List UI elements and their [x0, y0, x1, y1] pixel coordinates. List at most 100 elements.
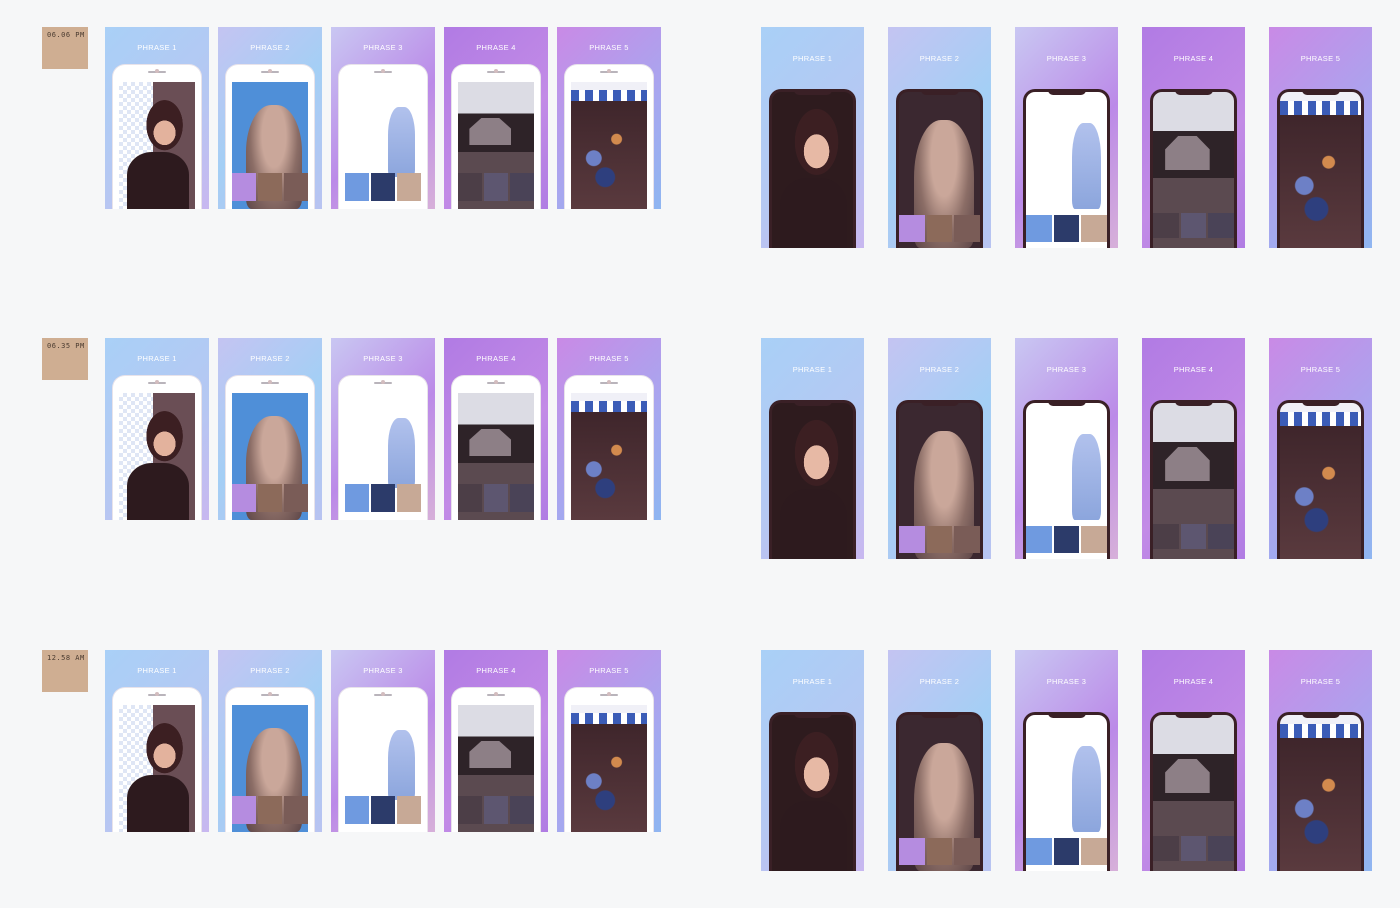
- thumbnail[interactable]: [345, 484, 369, 512]
- thumbnail[interactable]: [1026, 215, 1052, 242]
- screenshot-phrase-4[interactable]: PHRASE 4: [444, 650, 548, 832]
- screenshot-phrase-1[interactable]: PHRASE 1: [105, 27, 209, 209]
- thumbnail[interactable]: [1208, 524, 1234, 549]
- screenshot-phrase-3[interactable]: PHRASE 3: [331, 338, 435, 520]
- thumbnail-strip[interactable]: [899, 838, 980, 865]
- screenshot-phrase-4[interactable]: PHRASE 4: [444, 27, 548, 209]
- thumbnail[interactable]: [258, 484, 282, 512]
- screenshot-phrase-5[interactable]: PHRASE 5: [557, 650, 661, 832]
- thumbnail[interactable]: [345, 796, 369, 824]
- thumbnail[interactable]: [1026, 838, 1052, 865]
- thumbnail[interactable]: [1180, 524, 1207, 549]
- screenshot-phrase-2[interactable]: PHRASE 2: [218, 27, 322, 209]
- thumbnail[interactable]: [484, 484, 508, 512]
- thumbnail[interactable]: [510, 173, 534, 201]
- thumbnail[interactable]: [1026, 526, 1052, 553]
- thumbnail[interactable]: [371, 173, 395, 201]
- thumbnail[interactable]: [1053, 838, 1080, 865]
- thumbnail[interactable]: [1180, 836, 1207, 861]
- thumbnail-strip[interactable]: [899, 215, 980, 242]
- thumbnail[interactable]: [1208, 836, 1234, 861]
- screenshot-x-phrase-2[interactable]: PHRASE 2: [888, 650, 991, 871]
- thumbnail-strip[interactable]: [899, 526, 980, 553]
- thumbnail[interactable]: [1081, 215, 1107, 242]
- screenshot-phrase-4[interactable]: PHRASE 4: [444, 338, 548, 520]
- thumbnail[interactable]: [510, 484, 534, 512]
- screenshot-phrase-3[interactable]: PHRASE 3: [331, 27, 435, 209]
- thumbnail[interactable]: [258, 796, 282, 824]
- thumbnail-strip[interactable]: [345, 484, 421, 512]
- screenshot-x-phrase-1[interactable]: PHRASE 1: [761, 27, 864, 248]
- thumbnail[interactable]: [232, 484, 256, 512]
- thumbnail[interactable]: [899, 838, 925, 865]
- screenshot-x-phrase-5[interactable]: PHRASE 5: [1269, 650, 1372, 871]
- thumbnail[interactable]: [397, 173, 421, 201]
- thumbnail[interactable]: [284, 484, 308, 512]
- thumbnail-strip[interactable]: [1153, 836, 1234, 861]
- thumbnail[interactable]: [954, 526, 980, 553]
- thumbnail[interactable]: [232, 173, 256, 201]
- screenshot-x-phrase-4[interactable]: PHRASE 4: [1142, 650, 1245, 871]
- thumbnail-strip[interactable]: [1026, 526, 1107, 553]
- screenshot-x-phrase-1[interactable]: PHRASE 1: [761, 650, 864, 871]
- thumbnail[interactable]: [458, 796, 482, 824]
- thumbnail[interactable]: [1053, 215, 1080, 242]
- screenshot-x-phrase-4[interactable]: PHRASE 4: [1142, 27, 1245, 248]
- thumbnail[interactable]: [1180, 213, 1207, 238]
- screenshot-phrase-1[interactable]: PHRASE 1: [105, 338, 209, 520]
- thumbnail[interactable]: [232, 796, 256, 824]
- thumbnail-strip[interactable]: [345, 796, 421, 824]
- thumbnail[interactable]: [397, 484, 421, 512]
- thumbnail[interactable]: [1081, 838, 1107, 865]
- thumbnail-strip[interactable]: [1026, 838, 1107, 865]
- screenshot-phrase-3[interactable]: PHRASE 3: [331, 650, 435, 832]
- screenshot-x-phrase-5[interactable]: PHRASE 5: [1269, 27, 1372, 248]
- thumbnail-strip[interactable]: [232, 796, 308, 824]
- thumbnail[interactable]: [484, 796, 508, 824]
- screenshot-phrase-2[interactable]: PHRASE 2: [218, 650, 322, 832]
- thumbnail[interactable]: [284, 796, 308, 824]
- thumbnail[interactable]: [926, 526, 953, 553]
- thumbnail-strip[interactable]: [232, 173, 308, 201]
- thumbnail-strip[interactable]: [458, 173, 534, 201]
- thumbnail[interactable]: [458, 484, 482, 512]
- thumbnail[interactable]: [926, 215, 953, 242]
- screenshot-phrase-5[interactable]: PHRASE 5: [557, 338, 661, 520]
- screenshot-x-phrase-1[interactable]: PHRASE 1: [761, 338, 864, 559]
- thumbnail[interactable]: [510, 796, 534, 824]
- screenshot-x-phrase-4[interactable]: PHRASE 4: [1142, 338, 1245, 559]
- thumbnail[interactable]: [899, 526, 925, 553]
- thumbnail[interactable]: [1053, 526, 1080, 553]
- thumbnail-strip[interactable]: [232, 484, 308, 512]
- thumbnail[interactable]: [1153, 213, 1179, 238]
- thumbnail[interactable]: [458, 173, 482, 201]
- thumbnail[interactable]: [926, 838, 953, 865]
- screenshot-x-phrase-2[interactable]: PHRASE 2: [888, 338, 991, 559]
- thumbnail-strip[interactable]: [458, 796, 534, 824]
- thumbnail[interactable]: [397, 796, 421, 824]
- thumbnail[interactable]: [1153, 836, 1179, 861]
- thumbnail[interactable]: [899, 215, 925, 242]
- thumbnail[interactable]: [1208, 213, 1234, 238]
- screenshot-x-phrase-2[interactable]: PHRASE 2: [888, 27, 991, 248]
- thumbnail[interactable]: [284, 173, 308, 201]
- thumbnail[interactable]: [345, 173, 369, 201]
- thumbnail[interactable]: [1153, 524, 1179, 549]
- screenshot-x-phrase-3[interactable]: PHRASE 3: [1015, 650, 1118, 871]
- thumbnail[interactable]: [371, 484, 395, 512]
- screenshot-x-phrase-3[interactable]: PHRASE 3: [1015, 27, 1118, 248]
- thumbnail[interactable]: [258, 173, 282, 201]
- screenshot-x-phrase-3[interactable]: PHRASE 3: [1015, 338, 1118, 559]
- thumbnail[interactable]: [484, 173, 508, 201]
- thumbnail[interactable]: [371, 796, 395, 824]
- thumbnail-strip[interactable]: [1153, 213, 1234, 238]
- screenshot-phrase-5[interactable]: PHRASE 5: [557, 27, 661, 209]
- thumbnail-strip[interactable]: [1026, 215, 1107, 242]
- thumbnail-strip[interactable]: [345, 173, 421, 201]
- thumbnail-strip[interactable]: [458, 484, 534, 512]
- screenshot-phrase-2[interactable]: PHRASE 2: [218, 338, 322, 520]
- screenshot-phrase-1[interactable]: PHRASE 1: [105, 650, 209, 832]
- thumbnail[interactable]: [1081, 526, 1107, 553]
- thumbnail[interactable]: [954, 215, 980, 242]
- screenshot-x-phrase-5[interactable]: PHRASE 5: [1269, 338, 1372, 559]
